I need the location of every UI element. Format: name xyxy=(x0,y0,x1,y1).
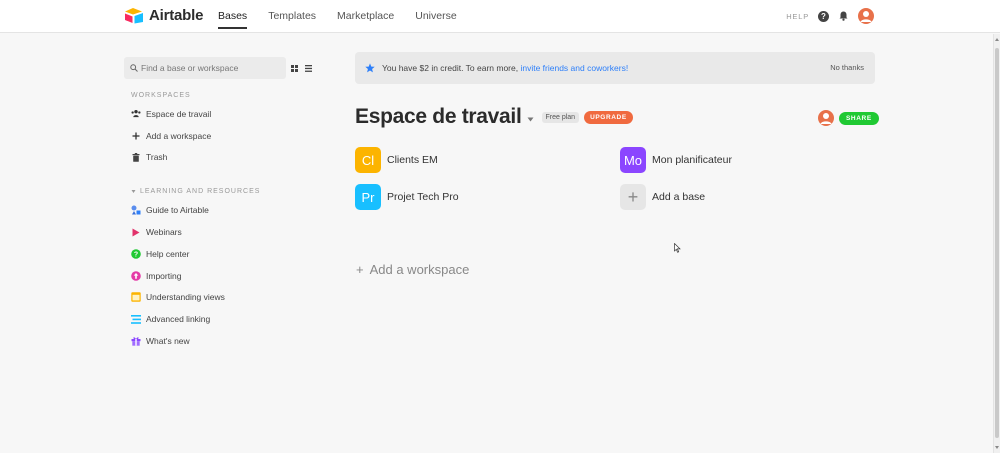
search-box[interactable] xyxy=(124,57,286,79)
sidebar-item-add-workspace[interactable]: Add a workspace xyxy=(131,125,316,147)
nav-bases[interactable]: Bases xyxy=(218,10,248,29)
sidebar-item-advanced-linking[interactable]: Advanced linking xyxy=(131,308,316,330)
search-icon xyxy=(130,64,138,72)
search-row xyxy=(124,57,316,79)
collaborator-avatar[interactable] xyxy=(818,110,834,126)
workspace-menu-chevron-down-icon[interactable] xyxy=(527,117,534,122)
base-name: Clients EM xyxy=(387,154,438,166)
sidebar-item-label: Help center xyxy=(146,248,190,259)
sidebar-item-espace-de-travail[interactable]: Espace de travail xyxy=(131,103,316,125)
base-name: Mon planificateur xyxy=(652,154,732,166)
sidebar-item-label: Guide to Airtable xyxy=(146,205,209,216)
main-nav: Bases Templates Marketplace Universe xyxy=(218,10,457,29)
grid-view-icon[interactable] xyxy=(291,64,298,72)
resources-list: Guide to Airtable Webinars ? Help center… xyxy=(124,199,316,352)
share-button[interactable]: SHARE xyxy=(839,111,879,125)
base-icon: Cl xyxy=(355,147,381,173)
add-base-button[interactable]: + Add a base xyxy=(620,184,705,210)
workspace-list: Espace de travail Add a workspace Trash xyxy=(124,103,316,168)
list-view-icon[interactable] xyxy=(305,64,312,72)
share-area: SHARE xyxy=(818,110,879,126)
plus-icon: + xyxy=(356,262,364,277)
brand-name: Airtable xyxy=(149,7,204,24)
sidebar-item-help-center[interactable]: ? Help center xyxy=(131,243,316,265)
play-icon xyxy=(131,227,141,237)
add-base-label: Add a base xyxy=(652,191,706,203)
workspace-title[interactable]: Espace de travail xyxy=(355,105,522,129)
sidebar-item-understanding-views[interactable]: Understanding views xyxy=(131,287,316,309)
nav-templates[interactable]: Templates xyxy=(268,10,316,22)
scroll-down-arrow-icon[interactable] xyxy=(995,446,999,449)
scrollbar-thumb[interactable] xyxy=(995,48,999,438)
svg-text:?: ? xyxy=(134,251,138,258)
credit-banner: You have $2 in credit. To earn more, inv… xyxy=(355,52,875,84)
base-name: Projet Tech Pro xyxy=(387,191,459,203)
vertical-scrollbar[interactable] xyxy=(993,34,1000,453)
sidebar-item-label: Espace de travail xyxy=(146,108,212,119)
no-thanks-button[interactable]: No thanks xyxy=(830,63,864,72)
add-workspace-label: Add a workspace xyxy=(369,262,470,277)
add-workspace-button[interactable]: + Add a workspace xyxy=(356,262,469,277)
base-icon: Mo xyxy=(620,147,646,173)
base-icon: Pr xyxy=(355,184,381,210)
sidebar-item-label: Importing xyxy=(146,270,182,281)
sidebar-item-webinars[interactable]: Webinars xyxy=(131,221,316,243)
airtable-logo[interactable]: Airtable xyxy=(124,7,203,24)
plus-icon xyxy=(131,131,141,141)
banner-message: You have $2 in credit. To earn more, inv… xyxy=(382,63,628,73)
scroll-up-arrow-icon[interactable] xyxy=(995,38,999,41)
help-link[interactable]: HELP xyxy=(786,12,809,21)
linking-icon xyxy=(131,314,141,324)
gift-icon xyxy=(131,336,141,346)
base-card-mon-planificateur[interactable]: Mo Mon planificateur xyxy=(620,147,732,173)
mouse-cursor-icon xyxy=(674,243,681,253)
user-avatar[interactable] xyxy=(858,8,874,24)
invite-link[interactable]: invite friends and coworkers! xyxy=(520,63,628,73)
top-navigation-bar: Airtable Bases Templates Marketplace Uni… xyxy=(0,0,1000,33)
sidebar-item-label: Webinars xyxy=(146,227,182,238)
question-icon: ? xyxy=(131,249,141,259)
sidebar-item-guide[interactable]: Guide to Airtable xyxy=(131,199,316,221)
search-input[interactable] xyxy=(141,63,281,73)
collapse-caret-icon xyxy=(131,190,136,194)
trash-icon xyxy=(131,152,141,162)
airtable-logo-icon xyxy=(125,8,143,24)
people-icon xyxy=(131,109,141,119)
account-tools: HELP ? xyxy=(786,8,874,24)
sidebar-item-importing[interactable]: Importing xyxy=(131,265,316,287)
shapes-icon xyxy=(131,205,141,215)
star-icon xyxy=(365,63,375,73)
sidebar-item-trash[interactable]: Trash xyxy=(131,147,316,169)
banner-text: You have $2 in credit. To earn more, xyxy=(382,63,519,73)
resources-section-title[interactable]: LEARNING AND RESOURCES xyxy=(131,188,316,195)
sidebar-item-label: Add a workspace xyxy=(146,130,212,141)
view-toggles xyxy=(291,64,312,72)
workspaces-section-title: WORKSPACES xyxy=(131,92,191,99)
sidebar-item-label: Advanced linking xyxy=(146,314,211,325)
sidebar-item-label: Trash xyxy=(146,152,168,163)
plus-icon: + xyxy=(620,184,646,210)
base-card-clients-em[interactable]: Cl Clients EM xyxy=(355,147,438,173)
nav-marketplace[interactable]: Marketplace xyxy=(337,10,394,22)
workspace-header: Espace de travail Free plan UPGRADE xyxy=(355,105,633,129)
base-card-projet-tech-pro[interactable]: Pr Projet Tech Pro xyxy=(355,184,459,210)
help-question-icon[interactable]: ? xyxy=(818,10,829,22)
views-icon xyxy=(131,292,141,303)
sidebar-item-label: What's new xyxy=(146,336,190,347)
nav-universe[interactable]: Universe xyxy=(415,10,456,22)
plan-badge: Free plan xyxy=(541,111,580,123)
sidebar: WORKSPACES Espace de travail Add a works… xyxy=(124,57,316,352)
upgrade-button[interactable]: UPGRADE xyxy=(584,110,633,124)
sidebar-item-whats-new[interactable]: What's new xyxy=(131,330,316,352)
sidebar-item-label: Understanding views xyxy=(146,292,225,303)
notification-bell-icon[interactable] xyxy=(838,11,849,22)
resources-section-label: LEARNING AND RESOURCES xyxy=(140,188,261,196)
import-icon xyxy=(131,270,141,281)
